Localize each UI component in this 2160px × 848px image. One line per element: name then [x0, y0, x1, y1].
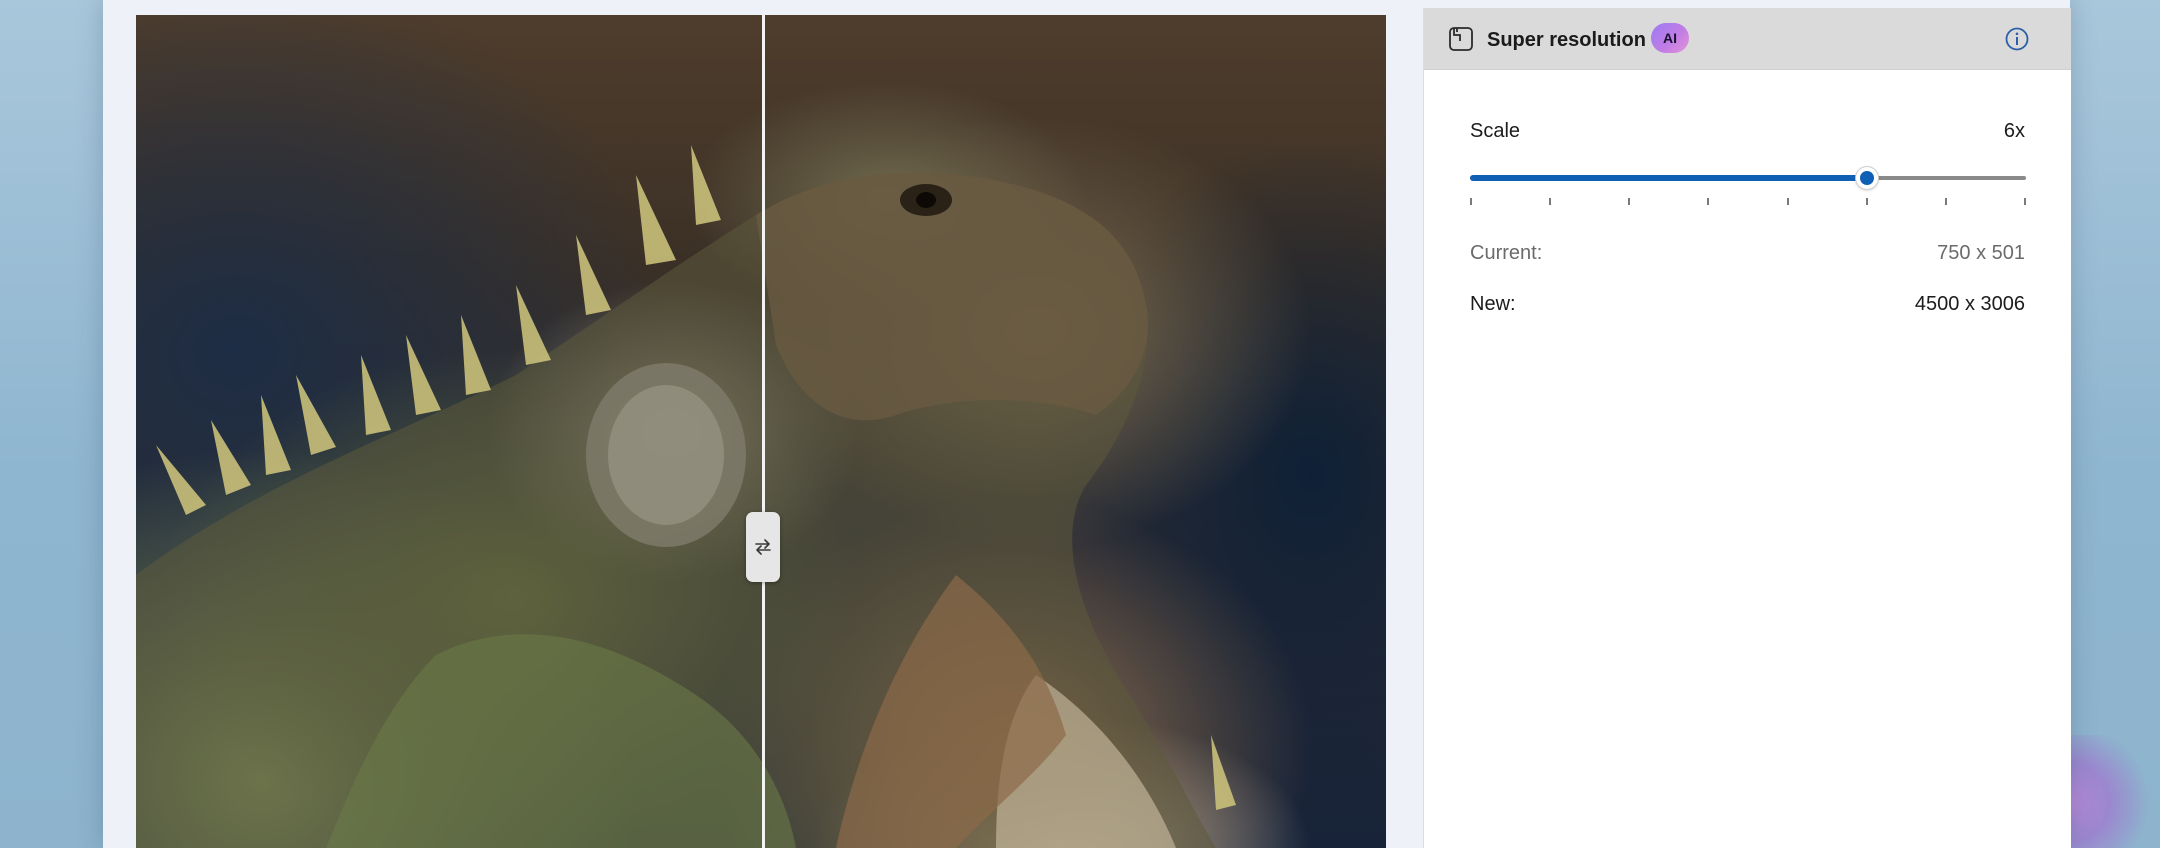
super-resolution-icon: [1449, 27, 1473, 51]
info-icon[interactable]: [2004, 26, 2030, 52]
slider-tick: [2024, 198, 2026, 205]
super-resolution-panel: Super resolution AI Scale 6x Current: 75…: [1423, 8, 2071, 848]
slider-tick: [1945, 198, 1947, 205]
slider-tick: [1470, 198, 1472, 205]
new-resolution-value: 4500 x 3006: [1914, 293, 2025, 315]
slider-thumb[interactable]: [1856, 167, 1878, 189]
new-resolution-label: New:: [1470, 293, 1516, 315]
current-resolution-value: 750 x 501: [1937, 242, 2025, 264]
panel-title: Super resolution: [1487, 29, 1646, 51]
swap-arrows-icon: [755, 539, 771, 555]
desktop-wallpaper-accent: [2060, 735, 2160, 848]
scale-slider[interactable]: [1470, 161, 2026, 205]
comparison-divider[interactable]: [762, 15, 765, 848]
ai-badge: AI: [1651, 23, 1689, 53]
slider-tick: [1628, 198, 1630, 205]
slider-tick: [1866, 198, 1868, 205]
current-resolution-label: Current:: [1470, 242, 1543, 264]
scale-label: Scale: [1470, 120, 1521, 142]
slider-tick: [1707, 198, 1709, 205]
comparison-drag-handle[interactable]: [746, 512, 780, 582]
image-comparison-view[interactable]: [136, 15, 1386, 848]
slider-tick: [1787, 198, 1789, 205]
panel-header: Super resolution AI: [1424, 8, 2071, 70]
slider-tick: [1549, 198, 1551, 205]
scale-value: 6x: [2003, 120, 2025, 142]
iguana-photo: [136, 145, 1236, 848]
slider-fill: [1470, 175, 1867, 181]
